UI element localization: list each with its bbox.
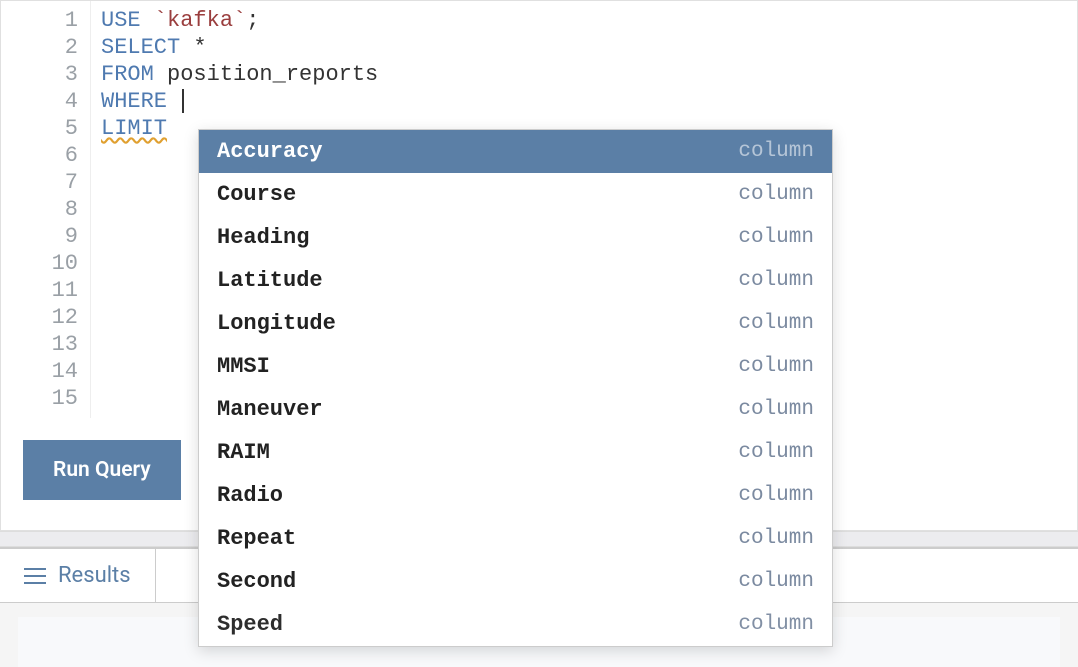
gutter-line-number: 14 [1,358,78,385]
gutter-line-number: 6 [1,142,78,169]
code-token: LIMIT [101,116,167,141]
autocomplete-item[interactable]: Course column [199,173,832,216]
autocomplete-popup[interactable]: AccuracycolumnCoursecolumnHeadingcolumnL… [198,129,833,647]
autocomplete-item-label: RAIM [217,439,270,466]
gutter-line-number: 9 [1,223,78,250]
autocomplete-item-label: Maneuver [217,396,323,423]
gutter-line-number: 15 [1,385,78,412]
autocomplete-item[interactable]: Accuracy column [199,130,832,173]
tab-results-label: Results [58,563,131,588]
gutter-line-number: 13 [1,331,78,358]
code-editor[interactable]: 123456789101112131415 USE `kafka`;SELECT… [1,1,1077,418]
autocomplete-item-label: Longitude [217,310,336,337]
autocomplete-item[interactable]: Repeat column [199,517,832,560]
gutter-line-number: 4 [1,88,78,115]
editor-panel: 123456789101112131415 USE `kafka`;SELECT… [0,0,1078,531]
code-token: * [193,35,206,60]
autocomplete-item-label: MMSI [217,353,270,380]
autocomplete-item[interactable]: Longitude column [199,302,832,345]
gutter-line-number: 3 [1,61,78,88]
hamburger-icon [24,568,46,584]
gutter-line-number: 5 [1,115,78,142]
autocomplete-item-label: Speed [217,611,283,638]
autocomplete-item-type: column [738,181,814,208]
code-line[interactable]: USE `kafka`; [101,7,1067,34]
autocomplete-item[interactable]: Maneuver column [199,388,832,431]
autocomplete-item-label: Latitude [217,267,323,294]
autocomplete-item-type: column [738,224,814,251]
autocomplete-item[interactable]: RAIM column [199,431,832,474]
autocomplete-item-label: Accuracy [217,138,323,165]
autocomplete-item[interactable]: Speed column [199,603,832,646]
text-cursor [182,89,184,113]
code-line[interactable]: SELECT * [101,34,1067,61]
autocomplete-item-type: column [738,525,814,552]
gutter-line-number: 11 [1,277,78,304]
code-token: `kafka` [154,8,246,33]
autocomplete-item[interactable]: Latitude column [199,259,832,302]
code-line[interactable]: FROM position_reports [101,61,1067,88]
autocomplete-item-label: Second [217,568,296,595]
autocomplete-item[interactable]: MMSI column [199,345,832,388]
autocomplete-item-type: column [738,267,814,294]
autocomplete-item-type: column [738,138,814,165]
autocomplete-item-label: Radio [217,482,283,509]
code-line[interactable]: WHERE [101,88,1067,115]
autocomplete-item[interactable]: Radio column [199,474,832,517]
autocomplete-item-label: Heading [217,224,309,251]
tab-results[interactable]: Results [0,549,156,602]
autocomplete-item-label: Repeat [217,525,296,552]
gutter-line-number: 8 [1,196,78,223]
autocomplete-item-type: column [738,439,814,466]
autocomplete-item-type: column [738,310,814,337]
autocomplete-item-type: column [738,353,814,380]
code-token: position_reports [167,62,378,87]
code-token: ; [246,8,259,33]
code-token: SELECT [101,35,180,60]
autocomplete-item-type: column [738,568,814,595]
code-token: WHERE [101,89,167,114]
autocomplete-item-label: Course [217,181,296,208]
gutter-line-number: 10 [1,250,78,277]
code-token: USE [101,8,141,33]
autocomplete-item-type: column [738,611,814,638]
gutter-line-number: 1 [1,7,78,34]
gutter-line-number: 7 [1,169,78,196]
gutter-line-number: 12 [1,304,78,331]
autocomplete-item-type: column [738,396,814,423]
run-query-button[interactable]: Run Query [23,440,181,500]
autocomplete-item-type: column [738,482,814,509]
autocomplete-item[interactable]: Heading column [199,216,832,259]
code-token: FROM [101,62,154,87]
autocomplete-item[interactable]: Second column [199,560,832,603]
gutter-line-number: 2 [1,34,78,61]
line-gutter: 123456789101112131415 [1,1,91,418]
